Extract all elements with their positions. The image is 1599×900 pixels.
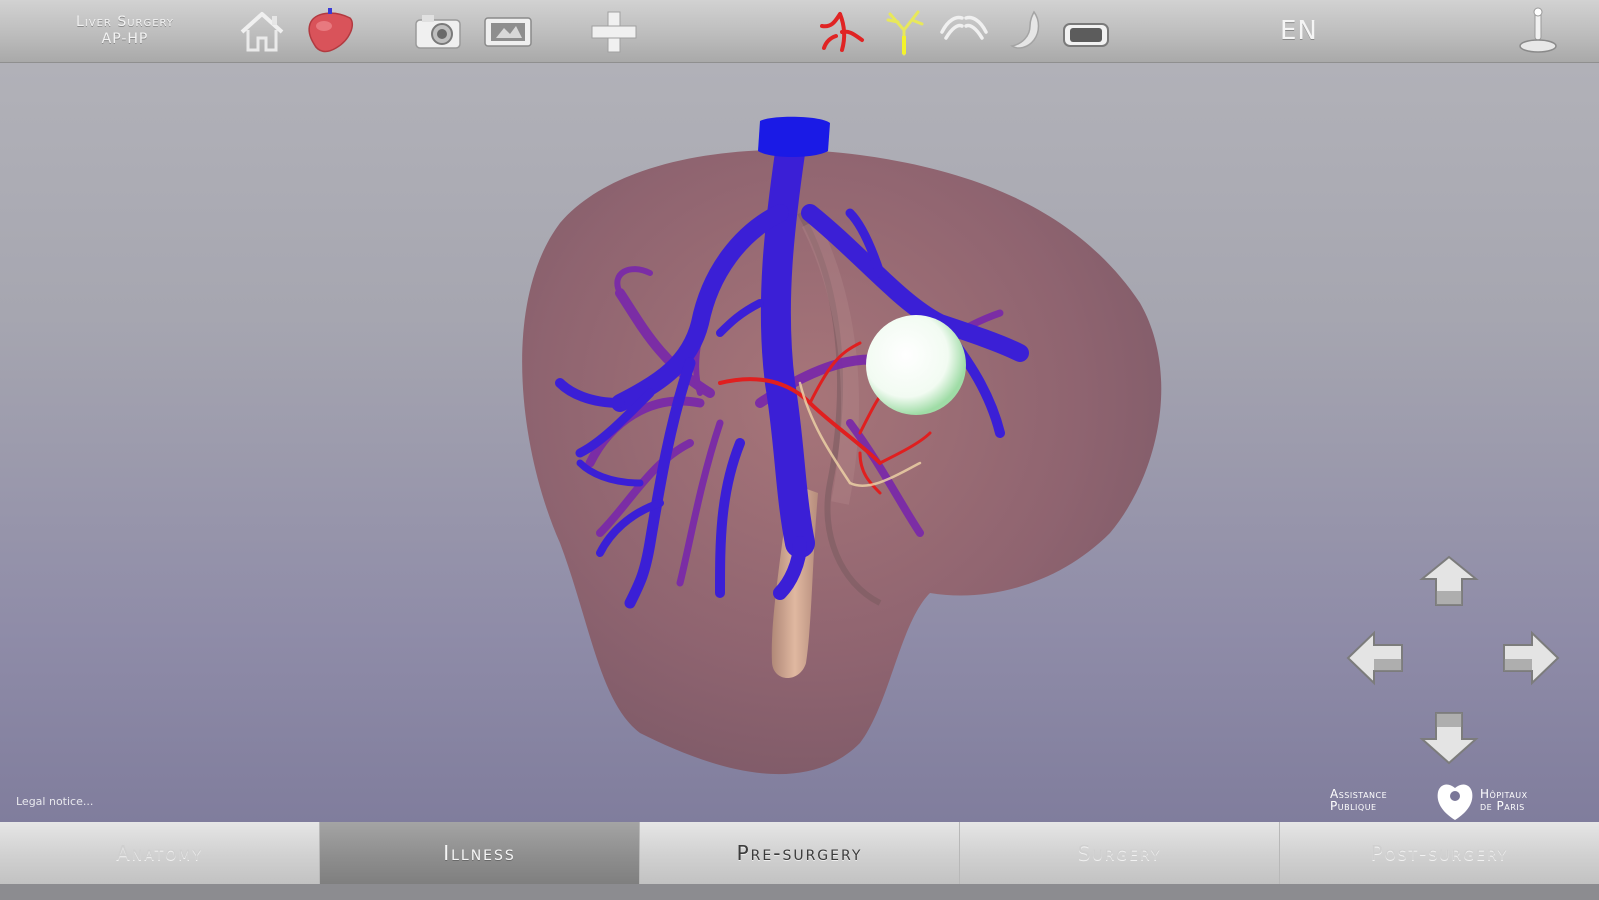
liver-icon[interactable] [304, 6, 356, 56]
tab-illness[interactable]: Illness [320, 822, 640, 884]
joystick-icon[interactable] [1512, 6, 1564, 56]
aphp-left-text: Assistance Publique [1330, 787, 1388, 813]
tumor [866, 315, 966, 415]
aphp-emblem-icon [1432, 778, 1478, 822]
section-tabs: Anatomy Illness Pre-surgery Surgery Post… [0, 822, 1599, 884]
tab-anatomy[interactable]: Anatomy [0, 822, 320, 884]
app-title-line2: AP-HP [101, 31, 149, 47]
arrow-left-icon[interactable] [1340, 625, 1410, 691]
video-icon[interactable] [482, 6, 534, 56]
aphp-right-text: Hôpitaux de Paris [1480, 787, 1528, 813]
arrow-up-icon[interactable] [1414, 549, 1484, 615]
arrow-right-icon[interactable] [1496, 625, 1566, 691]
plus-icon[interactable] [588, 6, 640, 56]
app-title-line1: Liver Surgery [76, 14, 174, 30]
aphp-logo: Assistance Publique Hôpitaux de Paris [1330, 778, 1580, 822]
bottom-strip [0, 884, 1599, 900]
app-title: Liver Surgery AP-HP [30, 14, 220, 48]
organ-icon[interactable] [1004, 6, 1056, 56]
tab-pre-surgery[interactable]: Pre-surgery [640, 822, 960, 884]
ribs-icon[interactable] [938, 6, 990, 56]
legal-notice-link[interactable]: Legal notice... [16, 795, 93, 808]
tab-surgery[interactable]: Surgery [960, 822, 1280, 884]
artery-icon[interactable] [816, 6, 868, 56]
liver-model[interactable] [0, 63, 1599, 837]
language-toggle[interactable]: EN [1280, 16, 1318, 46]
home-icon[interactable] [236, 6, 288, 56]
top-toolbar: Liver Surgery AP-HP EN [0, 0, 1599, 63]
arrow-down-icon[interactable] [1414, 703, 1484, 769]
bile-duct-icon[interactable] [878, 6, 930, 56]
tab-post-surgery[interactable]: Post-surgery [1280, 822, 1599, 884]
3d-viewport[interactable] [0, 63, 1599, 837]
bed-icon[interactable] [1060, 6, 1112, 56]
camera-icon[interactable] [412, 6, 464, 56]
